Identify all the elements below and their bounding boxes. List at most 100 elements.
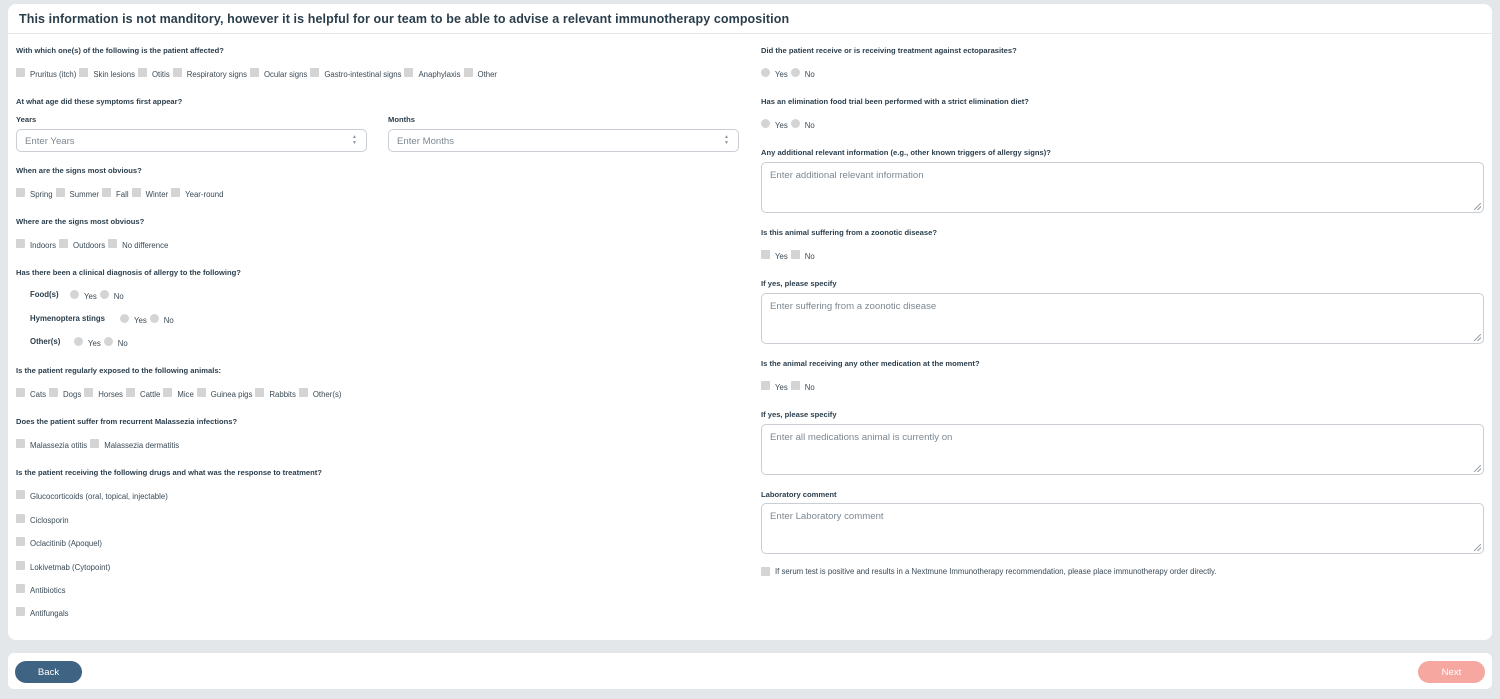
additional-info-textarea[interactable]: Enter additional relevant information [761, 162, 1484, 213]
option-label: Yes [775, 383, 788, 392]
resize-handle-icon[interactable] [1474, 334, 1481, 341]
radio-label: Yes [84, 292, 97, 301]
option-label: Oclacitinib (Apoquel) [30, 539, 102, 548]
season-checkbox-spring[interactable] [16, 188, 25, 197]
food-no-radio[interactable] [99, 290, 109, 299]
drug-checkbox-antifungals[interactable] [16, 607, 25, 616]
resize-handle-icon[interactable] [1474, 544, 1481, 551]
option-label: Other(s) [312, 390, 342, 399]
serum-notice-checkbox[interactable] [761, 567, 770, 576]
resize-handle-icon[interactable] [1474, 465, 1481, 472]
years-input[interactable]: Enter Years ▲ ▼ [16, 129, 367, 152]
additional-placeholder: Enter additional relevant information [770, 170, 924, 181]
season-checkbox-winter[interactable] [131, 188, 141, 197]
affected-checkbox-4[interactable] [172, 68, 182, 77]
affected-checkbox-1[interactable] [16, 68, 25, 77]
animal-checkbox-guinea-pigs[interactable] [196, 388, 206, 397]
animal-checkbox-dogs[interactable] [49, 388, 59, 397]
hymenoptera-yes-radio[interactable] [120, 314, 129, 323]
zoonotic-yes-checkbox[interactable] [761, 250, 770, 259]
months-input[interactable]: Enter Months ▲ ▼ [388, 129, 739, 152]
other-no-radio[interactable] [103, 337, 113, 346]
years-stepper-icon[interactable]: ▲ ▼ [352, 134, 357, 146]
option-label: No difference [122, 241, 169, 250]
option-label: Rabbits [269, 390, 296, 399]
diagnosis-row-food: Food(s) Yes No [30, 290, 127, 301]
affected-checkbox-3[interactable] [137, 68, 147, 77]
drug-checkbox-glucocorticoids[interactable] [16, 490, 25, 499]
animal-checkbox-cats[interactable] [16, 388, 25, 397]
location-checkbox-no-difference[interactable] [108, 239, 118, 248]
affected-checkbox-6[interactable] [310, 68, 320, 77]
ectoparasites-no-radio[interactable] [790, 68, 800, 77]
months-stepper-icon[interactable]: ▲ ▼ [724, 134, 729, 146]
option-label: Gastro-intestinal signs [324, 70, 402, 79]
seasons-options: Spring Summer Fall Winter Year-round [16, 188, 226, 199]
ectoparasites-yes-radio[interactable] [761, 68, 770, 77]
diagnosis-question: Has there been a clinical diagnosis of a… [16, 268, 241, 277]
option-label: Year-round [185, 190, 224, 199]
next-button[interactable]: Next [1418, 661, 1485, 683]
animal-checkbox-mice[interactable] [163, 388, 173, 397]
location-checkbox-indoors[interactable] [16, 239, 25, 248]
lab-comment-label: Laboratory comment [761, 490, 837, 499]
seasons-question: When are the signs most obvious? [16, 166, 142, 175]
animal-checkbox-cattle[interactable] [125, 388, 135, 397]
option-label: No [804, 252, 815, 261]
season-checkbox-fall[interactable] [102, 188, 112, 197]
drug-checkbox-oclacitinib[interactable] [16, 537, 25, 546]
drug-checkbox-antibiotics[interactable] [16, 584, 25, 593]
affected-checkbox-5[interactable] [249, 68, 259, 77]
medication-specify-textarea[interactable]: Enter all medications animal is currentl… [761, 424, 1484, 475]
months-placeholder: Enter Months [397, 136, 455, 147]
other-yes-radio[interactable] [74, 337, 83, 346]
ectoparasites-options: Yes No [761, 68, 818, 79]
malassezia-checkbox-otitis[interactable] [16, 439, 25, 448]
lab-placeholder: Enter Laboratory comment [770, 511, 884, 522]
affected-checkbox-7[interactable] [404, 68, 414, 77]
resize-handle-icon[interactable] [1474, 203, 1481, 210]
affected-checkbox-2[interactable] [79, 68, 89, 77]
food-yes-radio[interactable] [70, 290, 79, 299]
affected-question: With which one(s) of the following is th… [16, 46, 224, 55]
lab-comment-textarea[interactable]: Enter Laboratory comment [761, 503, 1484, 554]
option-label: Indoors [30, 241, 57, 250]
animal-checkbox-others[interactable] [298, 388, 308, 397]
drug-checkbox-lokivetmab[interactable] [16, 561, 25, 570]
ectoparasites-question: Did the patient receive or is receiving … [761, 46, 1017, 55]
season-checkbox-year-round[interactable] [171, 188, 181, 197]
header-divider [8, 33, 1492, 34]
back-button[interactable]: Back [15, 661, 82, 683]
malassezia-question: Does the patient suffer from recurrent M… [16, 417, 238, 426]
zoonotic-specify-label: If yes, please specify [761, 279, 837, 288]
option-label: Mice [177, 390, 194, 399]
option-label: Cattle [139, 390, 161, 399]
malassezia-checkbox-dermatitis[interactable] [90, 439, 100, 448]
drug-checkbox-ciclosporin[interactable] [16, 514, 25, 523]
animal-checkbox-horses[interactable] [84, 388, 94, 397]
medication-specify-label: If yes, please specify [761, 410, 837, 419]
animal-checkbox-rabbits[interactable] [255, 388, 265, 397]
zoonotic-specify-textarea[interactable]: Enter suffering from a zoonotic disease [761, 293, 1484, 344]
radio-label: Yes [775, 70, 788, 79]
season-checkbox-summer[interactable] [55, 188, 65, 197]
hymenoptera-no-radio[interactable] [149, 314, 159, 323]
option-label: Anaphylaxis [418, 70, 461, 79]
option-label: Antibiotics [30, 586, 66, 595]
drug-item: Glucocorticoids (oral, topical, injectab… [16, 490, 171, 501]
medication-options: Yes No [761, 381, 818, 392]
location-checkbox-outdoors[interactable] [59, 239, 69, 248]
radio-label: Yes [775, 121, 788, 130]
medication-yes-checkbox[interactable] [761, 381, 770, 390]
elimination-yes-radio[interactable] [761, 119, 770, 128]
option-label: Other [477, 70, 498, 79]
medication-no-checkbox[interactable] [790, 381, 800, 390]
drug-item: Lokivetmab (Cytopoint) [16, 561, 113, 572]
radio-label: No [117, 339, 128, 348]
age-question: At what age did these symptoms first app… [16, 97, 183, 106]
zoonotic-no-checkbox[interactable] [790, 250, 800, 259]
option-label: Pruritus (itch) [30, 70, 77, 79]
elimination-no-radio[interactable] [790, 119, 800, 128]
affected-checkbox-8[interactable] [463, 68, 473, 77]
animals-question: Is the patient regularly exposed to the … [16, 366, 222, 375]
